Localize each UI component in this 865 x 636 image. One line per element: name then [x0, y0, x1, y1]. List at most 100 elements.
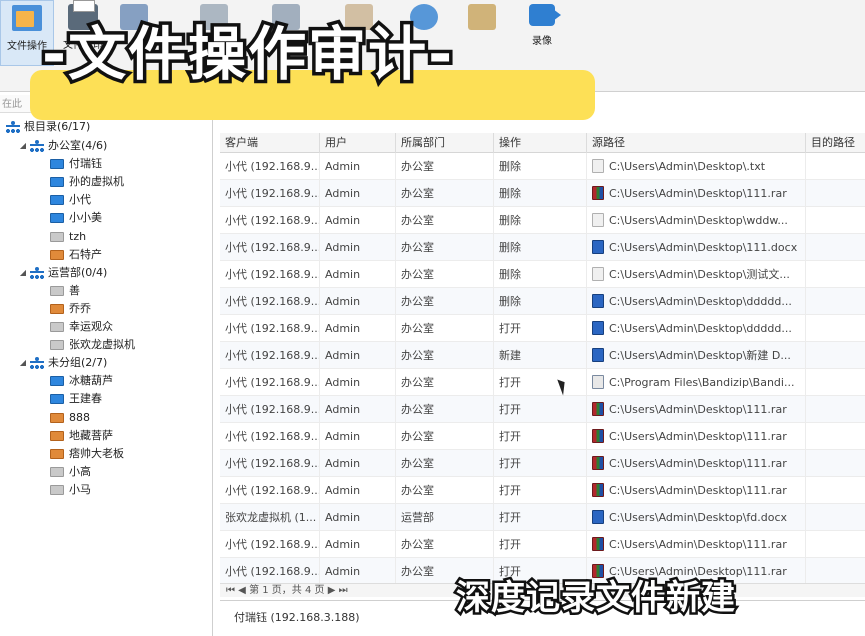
- cell-dest-path: [806, 207, 865, 234]
- cell-source-path: C:\Users\Admin\Desktop\111.docx: [587, 234, 806, 261]
- col-dept[interactable]: 所属部门: [396, 133, 494, 153]
- tree-root[interactable]: 根目录(6/17): [6, 118, 90, 136]
- tree-item[interactable]: 小小美: [50, 209, 102, 227]
- tree-item[interactable]: 小高: [50, 463, 91, 481]
- cell-client: 小代 (192.168.9...: [220, 315, 320, 342]
- col-source-path[interactable]: 源路径: [587, 133, 806, 153]
- cell-source-path: C:\Users\Admin\Desktop\111.rar: [587, 180, 806, 207]
- tree-item-label: 石特产: [69, 247, 102, 261]
- tree-item[interactable]: 善: [50, 282, 80, 300]
- cell-client: 小代 (192.168.9...: [220, 180, 320, 207]
- col-dest-path[interactable]: 目的路径: [806, 133, 865, 153]
- path-text: C:\Users\Admin\Desktop\111.rar: [609, 538, 787, 551]
- tree-item-label: 幸运观众: [69, 320, 113, 333]
- file-operation-table: 客户端 用户 所属部门 操作 源路径 目的路径 小代 (192.168.9...…: [220, 133, 865, 583]
- cell-client: 小代 (192.168.9...: [220, 423, 320, 450]
- cell-source-path: C:\Users\Admin\Desktop\新建 D...: [587, 342, 806, 369]
- col-client[interactable]: 客户端: [220, 133, 320, 153]
- tree-item[interactable]: 888: [50, 409, 90, 427]
- cell-client: 小代 (192.168.9...: [220, 234, 320, 261]
- table-row[interactable]: 小代 (192.168.9... Admin 办公室 打开 C:\Users\Admin…: [220, 531, 865, 558]
- cell-dest-path: [806, 342, 865, 369]
- tree-group[interactable]: ◢ 未分组(2/7): [18, 354, 107, 372]
- table-row[interactable]: 小代 (192.168.9... Admin 办公室 删除 C:\Users\Admin…: [220, 288, 865, 315]
- col-operation[interactable]: 操作: [494, 133, 587, 153]
- table-row[interactable]: 小代 (192.168.9... Admin 办公室 打开 C:\Users\Admin…: [220, 315, 865, 342]
- cell-client: 小代 (192.168.9...: [220, 396, 320, 423]
- tree-item[interactable]: 地藏菩萨: [50, 427, 113, 445]
- cell-op: 删除: [494, 180, 587, 207]
- cell-user: Admin: [320, 261, 396, 288]
- cell-client: 小代 (192.168.9...: [220, 288, 320, 315]
- computer-icon: [50, 213, 64, 224]
- cell-op: 打开: [494, 531, 587, 558]
- file-doc-icon: [592, 294, 604, 308]
- table-row[interactable]: 小代 (192.168.9... Admin 办公室 新建 C:\Users\Admin…: [220, 342, 865, 369]
- tree-item[interactable]: 小代: [50, 191, 91, 209]
- table-row[interactable]: 小代 (192.168.9... Admin 办公室 删除 C:\Users\Admin…: [220, 234, 865, 261]
- cell-user: Admin: [320, 207, 396, 234]
- file-rar-icon: [592, 402, 604, 416]
- tree-group[interactable]: ◢ 运营部(0/4): [18, 264, 107, 282]
- table-row[interactable]: 小代 (192.168.9... Admin 办公室 打开 C:\Users\Admin…: [220, 477, 865, 504]
- path-text: C:\Users\Admin\Desktop\ddddd...: [609, 295, 792, 308]
- tree-item[interactable]: 冰糖葫芦: [50, 372, 113, 390]
- cell-source-path: C:\Users\Admin\Desktop\111.rar: [587, 396, 806, 423]
- table-row[interactable]: 小代 (192.168.9... Admin 办公室 删除 C:\Users\Admin…: [220, 180, 865, 207]
- table-row[interactable]: 小代 (192.168.9... Admin 办公室 删除 C:\Users\Admin…: [220, 261, 865, 288]
- pager-arrows-icon[interactable]: ▶ ⏭: [325, 585, 348, 596]
- tree-item[interactable]: 付瑞钰: [50, 155, 102, 173]
- tree-item[interactable]: 石特产: [50, 246, 102, 264]
- col-user[interactable]: 用户: [320, 133, 396, 153]
- cell-source-path: C:\Users\Admin\Desktop\wddw...: [587, 207, 806, 234]
- cell-client: 小代 (192.168.9...: [220, 450, 320, 477]
- path-text: C:\Users\Admin\Desktop\ddddd...: [609, 322, 792, 335]
- tree-item[interactable]: 小马: [50, 481, 91, 499]
- tree-item[interactable]: tzh: [50, 228, 86, 246]
- cell-source-path: C:\Users\Admin\Desktop\.txt: [587, 153, 806, 180]
- chevron-down-icon[interactable]: ◢: [18, 264, 28, 282]
- table-row[interactable]: 张欢龙虚拟机 (1... Admin 运营部 打开 C:\Users\Admin\Des…: [220, 504, 865, 531]
- pager-arrows-icon[interactable]: ⏮ ◀: [226, 585, 249, 596]
- table-row[interactable]: 小代 (192.168.9... Admin 办公室 打开 C:\Users\Admin…: [220, 423, 865, 450]
- file-rar-icon: [592, 429, 604, 443]
- tree-root-label: 根目录(6/17): [24, 120, 91, 133]
- cell-source-path: C:\Users\Admin\Desktop\ddddd...: [587, 288, 806, 315]
- tree-item[interactable]: 孙的虚拟机: [50, 173, 124, 191]
- tree-group[interactable]: ◢ 办公室(4/6): [18, 137, 107, 155]
- cell-op: 打开: [494, 369, 587, 396]
- file-rar-icon: [592, 483, 604, 497]
- cell-dest-path: [806, 450, 865, 477]
- path-text: C:\Users\Admin\Desktop\wddw...: [609, 214, 788, 227]
- tree-item-label: 付瑞钰: [69, 157, 102, 171]
- cell-op: 打开: [494, 450, 587, 477]
- cell-dept: 办公室: [396, 315, 494, 342]
- cell-op: 打开: [494, 504, 587, 531]
- chevron-down-icon[interactable]: ◢: [18, 354, 28, 372]
- tree-item[interactable]: 乔乔: [50, 300, 91, 318]
- computer-icon: [50, 177, 64, 188]
- table-row[interactable]: 小代 (192.168.9... Admin 办公室 删除 C:\Users\Admin…: [220, 207, 865, 234]
- chevron-down-icon[interactable]: ◢: [18, 137, 28, 155]
- cell-source-path: C:\Users\Admin\Desktop\测试文...: [587, 261, 806, 288]
- tree-item[interactable]: 痞帅大老板: [50, 445, 124, 463]
- tree-item[interactable]: 张欢龙虚拟机: [50, 336, 135, 354]
- computer-icon: [50, 322, 64, 332]
- computer-icon: [50, 231, 64, 242]
- tree-item-label: 痞帅大老板: [69, 446, 124, 460]
- tree-item[interactable]: 幸运观众: [50, 318, 113, 336]
- group-icon: [30, 266, 44, 279]
- cell-client: 小代 (192.168.9...: [220, 207, 320, 234]
- table-row[interactable]: 小代 (192.168.9... Admin 办公室 删除 C:\Users\Admin…: [220, 153, 865, 180]
- table-row[interactable]: 小代 (192.168.9... Admin 办公室 打开 C:\Program Fil…: [220, 369, 865, 396]
- cell-source-path: C:\Users\Admin\Desktop\fd.docx: [587, 504, 806, 531]
- table-row[interactable]: 小代 (192.168.9... Admin 办公室 打开 C:\Users\Admin…: [220, 450, 865, 477]
- group-icon: [30, 140, 44, 152]
- path-text: C:\Users\Admin\Desktop\新建 D...: [609, 349, 791, 362]
- file-rar-icon: [592, 456, 604, 470]
- cell-dept: 运营部: [396, 504, 494, 531]
- tree-item[interactable]: 王建春: [50, 390, 102, 408]
- tree-item-label: 张欢龙虚拟机: [69, 338, 135, 352]
- table-row[interactable]: 小代 (192.168.9... Admin 办公室 打开 C:\Users\Admin…: [220, 396, 865, 423]
- cell-op: 打开: [494, 477, 587, 504]
